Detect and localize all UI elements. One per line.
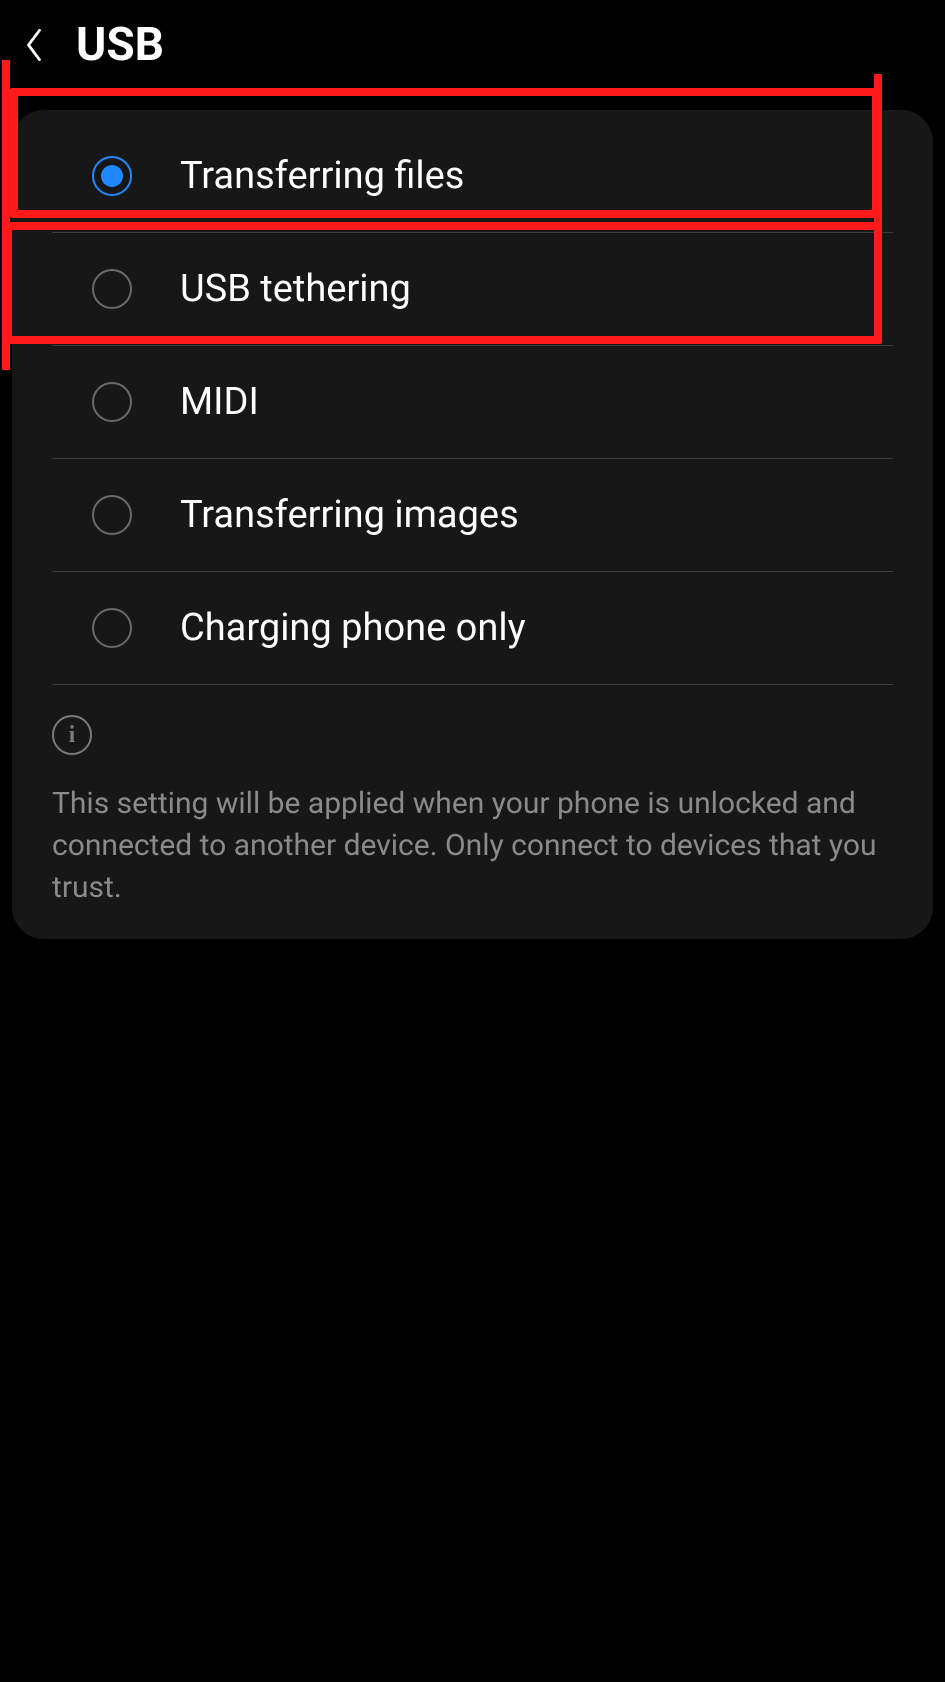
option-label: Transferring images (180, 493, 519, 537)
info-icon: i (52, 715, 92, 755)
radio-unselected-icon (92, 608, 132, 648)
option-midi[interactable]: MIDI (52, 346, 893, 459)
option-label: MIDI (180, 380, 259, 424)
radio-unselected-icon (92, 269, 132, 309)
radio-selected-icon (92, 156, 132, 196)
option-label: USB tethering (180, 267, 411, 311)
option-transferring-images[interactable]: Transferring images (52, 459, 893, 572)
option-label: Charging phone only (180, 606, 526, 650)
settings-card: Transferring files USB tethering MIDI Tr… (12, 110, 933, 939)
header: USB (0, 0, 945, 90)
option-charging-only[interactable]: Charging phone only (52, 572, 893, 685)
option-label: Transferring files (180, 154, 464, 198)
info-section: i This setting will be applied when your… (12, 685, 933, 909)
back-icon[interactable] (20, 25, 48, 65)
option-usb-tethering[interactable]: USB tethering (52, 233, 893, 346)
option-transferring-files[interactable]: Transferring files (52, 110, 893, 233)
page-title: USB (76, 18, 164, 72)
info-text: This setting will be applied when your p… (52, 783, 893, 909)
radio-unselected-icon (92, 495, 132, 535)
radio-unselected-icon (92, 382, 132, 422)
